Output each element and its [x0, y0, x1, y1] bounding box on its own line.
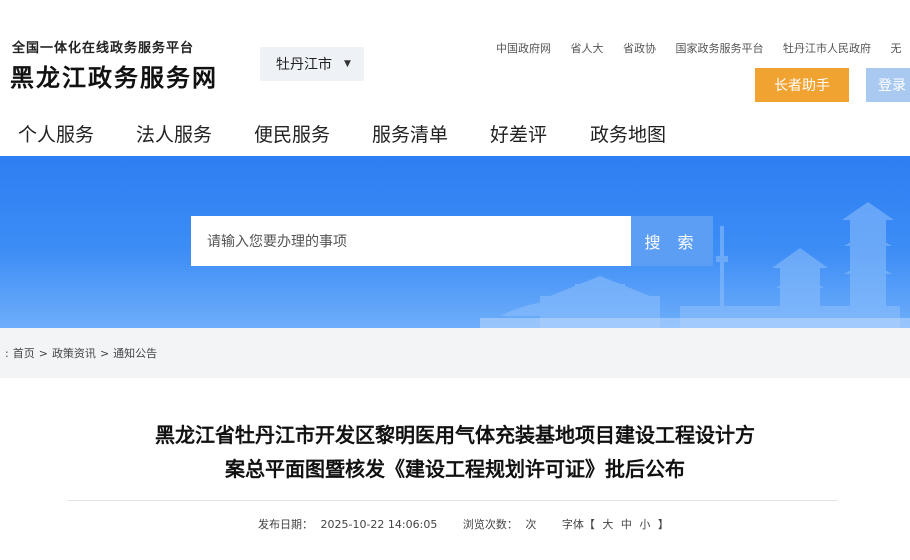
main-nav: 个人服务 法人服务 便民服务 服务清单 好差评 政务地图	[0, 110, 910, 156]
search-input[interactable]: 请输入您要办理的事项	[191, 216, 631, 266]
top-link-accessibility[interactable]: 无	[891, 42, 902, 55]
breadcrumb-prefix: :	[5, 346, 9, 360]
article-title-line-2: 案总平面图暨核发《建设工程规划许可证》批后公布	[225, 457, 685, 481]
breadcrumb-home[interactable]: 首页	[13, 345, 35, 361]
breadcrumb: : 首页 > 政策资讯 > 通知公告	[0, 328, 910, 378]
views-label: 浏览次数：	[462, 518, 518, 531]
article-meta: 发布日期： 2025-10-22 14:06:05 浏览次数： 次 字体【 大 …	[258, 516, 673, 532]
title-divider	[68, 500, 838, 501]
top-link-national-platform[interactable]: 国家政务服务平台	[676, 42, 764, 55]
breadcrumb-policy[interactable]: 政策资讯	[52, 345, 96, 361]
font-size-end: 】	[657, 518, 669, 531]
city-select[interactable]: 牡丹江市 ▼	[260, 47, 364, 81]
breadcrumb-notices[interactable]: 通知公告	[113, 345, 157, 361]
site-header: 全国一体化在线政务服务平台 黑龙江政务服务网 牡丹江市 ▼ 中国政府网 省人大 …	[0, 0, 910, 110]
top-link-cppcc[interactable]: 省政协	[623, 42, 656, 55]
login-button[interactable]: 登录	[866, 68, 910, 102]
nav-item-evaluation[interactable]: 好差评	[490, 120, 547, 147]
article-title: 黑龙江省牡丹江市开发区黎明医用气体充装基地项目建设工程设计方 案总平面图暨核发《…	[60, 418, 850, 486]
site-logo-title[interactable]: 黑龙江政务服务网	[10, 58, 218, 93]
font-size-label: 字体【	[561, 518, 595, 531]
platform-subtitle: 全国一体化在线政务服务平台	[12, 41, 195, 56]
font-size-large[interactable]: 大	[602, 518, 613, 531]
breadcrumb-separator: >	[99, 346, 110, 360]
views-suffix: 次	[525, 518, 537, 531]
article-title-line-1: 黑龙江省牡丹江市开发区黎明医用气体充装基地项目建设工程设计方	[155, 423, 755, 447]
caret-down-icon: ▼	[344, 59, 351, 69]
breadcrumb-separator: >	[38, 346, 48, 360]
nav-item-personal[interactable]: 个人服务	[18, 120, 94, 147]
top-links: 中国政府网 省人大 省政协 国家政务服务平台 牡丹江市人民政府 无	[496, 40, 910, 56]
nav-item-map[interactable]: 政务地图	[590, 120, 666, 147]
top-link-npc[interactable]: 省人大	[571, 42, 604, 55]
elder-assistant-button[interactable]: 长者助手	[755, 68, 849, 102]
search-banner: 请输入您要办理的事项 搜 索	[0, 156, 910, 328]
font-size-medium[interactable]: 中	[621, 518, 632, 531]
nav-item-corporate[interactable]: 法人服务	[136, 120, 212, 147]
publish-date-label: 发布日期：	[258, 518, 313, 531]
search-button[interactable]: 搜 索	[631, 216, 713, 266]
top-link-gov[interactable]: 中国政府网	[496, 42, 551, 55]
city-select-value: 牡丹江市	[276, 57, 332, 73]
font-size-small[interactable]: 小	[639, 518, 650, 531]
nav-item-service-list[interactable]: 服务清单	[372, 120, 448, 147]
top-link-city-gov[interactable]: 牡丹江市人民政府	[783, 42, 871, 55]
publish-date-value: 2025-10-22 14:06:05	[320, 518, 438, 531]
nav-item-convenience[interactable]: 便民服务	[254, 120, 330, 147]
search-placeholder: 请输入您要办理的事项	[207, 234, 347, 250]
